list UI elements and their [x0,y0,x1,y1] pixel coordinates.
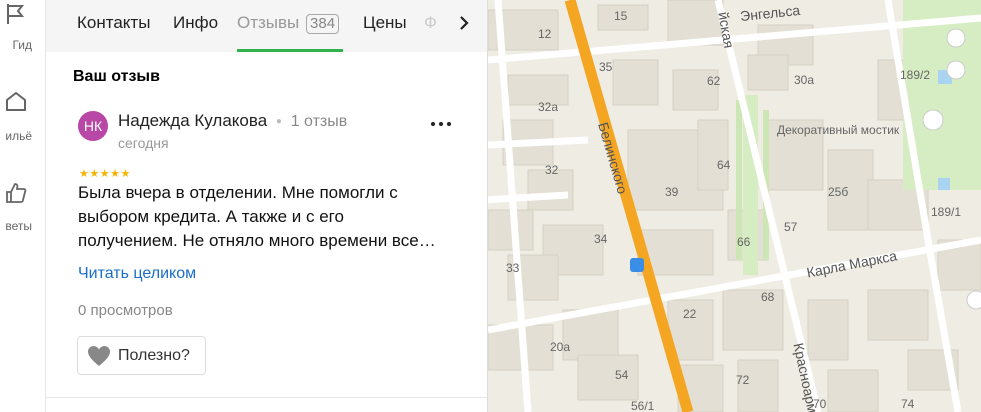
tab-reviews[interactable]: Отзывы 384 [237,13,340,34]
house-number: 64 [717,158,731,172]
tabs-next-button[interactable] [452,10,476,36]
house-number: 189/2 [900,68,931,82]
useful-button[interactable]: Полезно? [77,336,206,375]
house-number: 30а [794,73,815,87]
heart-icon [88,345,110,366]
read-more-link[interactable]: Читать целиком [78,265,196,283]
house-number: 68 [761,290,775,304]
chevron-right-icon [460,16,469,30]
house-number: 57 [784,220,798,234]
useful-label: Полезно? [118,346,190,364]
tab-contacts[interactable]: Контакты [77,13,150,33]
section-title: Ваш отзыв [73,68,160,85]
rail-item-label: веты [5,219,32,233]
review-author: Надежда Кулакова ● 1 отзыв [118,111,347,131]
house-number: 22 [683,307,697,321]
map[interactable]: Энгельса йская Белинского Карла Маркса К… [488,0,981,412]
separator-dot: ● [275,116,282,128]
house-number: 56/1 [631,399,655,412]
guide-icon [7,4,25,24]
reviews-count-badge: 384 [306,14,340,34]
review-text: Была вчера в отделении. Мне помогли с вы… [78,183,436,250]
rail-item-guide[interactable]: Гид [0,0,46,60]
avatar[interactable]: НК [78,111,108,141]
house-number: 34 [594,232,608,246]
house-number: 189/1 [931,205,962,219]
house-number: 54 [615,368,629,382]
more-options-icon[interactable] [429,118,453,130]
tab-bar: Контакты Инфо Отзывы 384 Цены Ф [46,0,487,52]
house-number: 32 [545,163,559,177]
poi-label[interactable]: Декоративный мостик [777,123,899,137]
house-number: 12 [538,27,552,41]
review-date: сегодня [118,135,169,151]
house-number: 72 [736,373,750,387]
rail-item-label: ильё [5,129,32,143]
views-count: 0 просмотров [78,302,173,319]
tab-info[interactable]: Инфо [173,13,218,33]
rail-item-tips[interactable]: веты [0,175,46,235]
house-number: 70 [813,397,827,411]
rail-item-label: Гид [12,38,32,52]
place-panel: Контакты Инфо Отзывы 384 Цены Ф Ваш отзы… [46,0,488,412]
house-number: 15 [614,9,628,23]
house-number: 20а [550,340,571,354]
active-tab-indicator [237,49,343,52]
house-number: 74 [901,397,915,411]
rail-item-housing[interactable]: ильё [0,85,46,145]
author-review-count: 1 отзыв [290,113,348,130]
divider [46,397,487,398]
house-number: 32а [538,100,559,114]
house-number: 33 [506,261,520,275]
house-number: 25б [828,185,849,199]
house-number: 39 [665,185,679,199]
left-rail: Гид ильё веты [0,0,46,412]
housing-icon [6,91,26,111]
author-name[interactable]: Надежда Кулакова [118,111,267,130]
house-number: 35 [599,60,613,74]
tab-prices[interactable]: Цены [363,13,407,33]
rating-stars: ★★★★★ [79,168,131,180]
house-number: 66 [737,235,751,249]
thumbs-up-icon [6,183,27,203]
tab-reviews-label: Отзывы [237,13,300,32]
house-number: 62 [707,74,721,88]
tab-faded: Ф [424,13,437,32]
